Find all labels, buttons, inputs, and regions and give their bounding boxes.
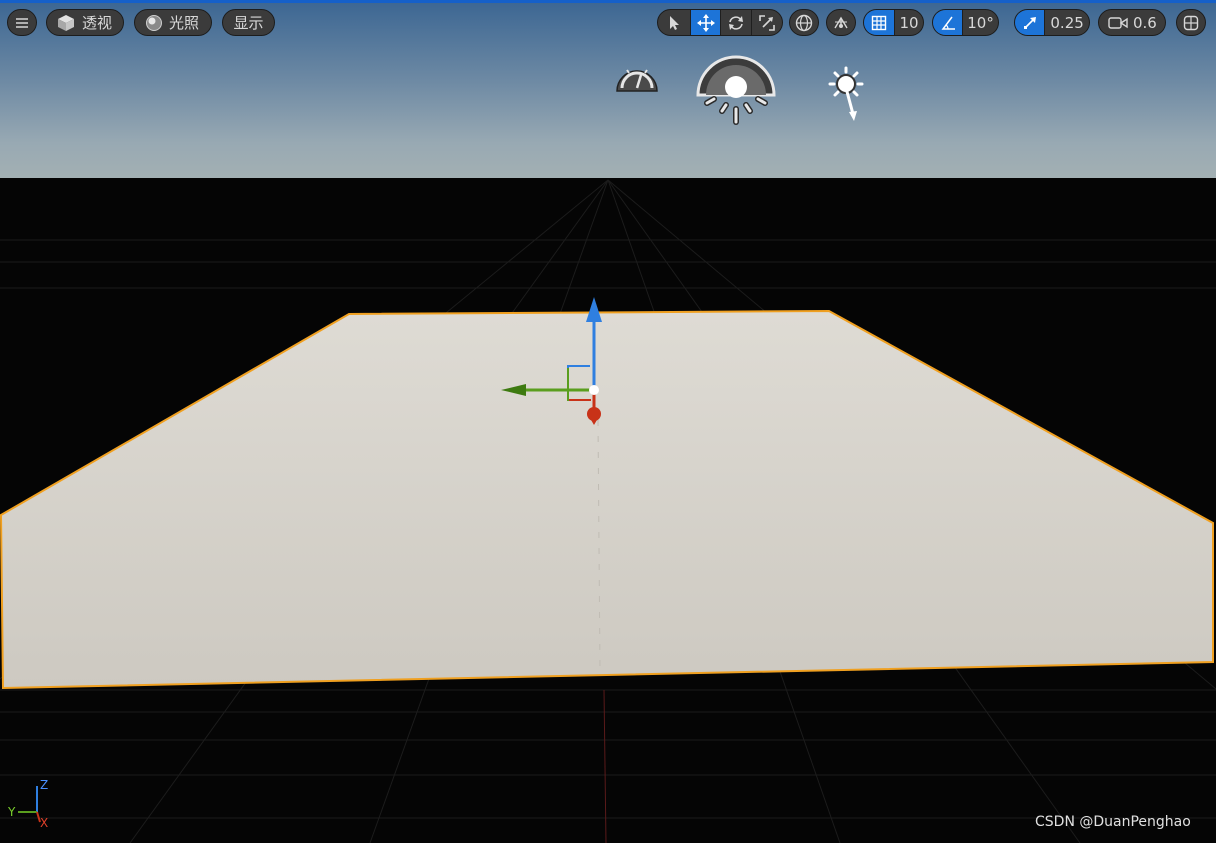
axis-label-x: X [40, 816, 49, 830]
scale-snap-value: 0.25 [1050, 13, 1084, 32]
cursor-arrow-icon [669, 15, 679, 30]
scene-canvas[interactable] [0, 0, 1216, 843]
viewport-menu-button[interactable] [7, 9, 37, 36]
axis-label-y: Y [8, 805, 16, 819]
camera-speed-button[interactable]: 0.6 [1098, 9, 1166, 36]
skylight-icon[interactable] [696, 55, 776, 125]
video-camera-icon [1108, 16, 1128, 29]
scale-snap-value-dropdown[interactable]: 0.25 [1044, 10, 1089, 35]
level-viewport[interactable]: Z Y X 透视 光照 显示 10 10° 0.25 0.6 CSDN @Dua… [0, 0, 1216, 843]
select-tool-button[interactable] [658, 10, 690, 35]
angle-icon [941, 16, 955, 30]
transform-tools-group [657, 9, 783, 36]
grid-snap-value-dropdown[interactable]: 10 [893, 10, 923, 35]
view-mode-button[interactable]: 透视 [46, 9, 124, 36]
surface-snapping-button[interactable] [826, 9, 856, 36]
world-local-toggle-button[interactable] [789, 9, 819, 36]
watermark-text: CSDN @DuanPenghao [1035, 814, 1191, 830]
move-arrows-icon [696, 13, 715, 32]
rotate-tool-button[interactable] [720, 10, 751, 35]
rotation-snap-value-dropdown[interactable]: 10° [962, 10, 998, 35]
surface-snap-icon [834, 16, 848, 28]
grid-snap-control: 10 [863, 9, 924, 36]
grid-icon [871, 15, 887, 30]
axis-indicator [18, 786, 41, 823]
floor-plane[interactable] [0, 309, 1214, 690]
scale-tool-button[interactable] [751, 10, 782, 35]
camera-speed-value: 0.6 [1133, 13, 1157, 32]
sky-atmosphere-icon[interactable] [616, 69, 658, 92]
axis-label-z: Z [40, 778, 49, 792]
globe-icon [795, 14, 813, 31]
scale-snap-toggle[interactable] [1015, 10, 1045, 35]
show-flags-button[interactable]: 显示 [222, 9, 275, 36]
cube-icon [58, 14, 74, 31]
lighting-mode-button[interactable]: 光照 [134, 9, 212, 36]
layout-grid-icon [1183, 15, 1199, 30]
grid-snap-value: 10 [899, 13, 919, 32]
move-tool-button[interactable] [689, 10, 721, 35]
directional-light-icon[interactable] [828, 66, 864, 121]
lit-sphere-icon [146, 14, 162, 31]
viewport-layout-button[interactable] [1176, 9, 1206, 36]
gizmo-center[interactable] [589, 385, 599, 395]
rotation-snap-toggle[interactable] [933, 10, 963, 35]
scale-icon [759, 14, 775, 31]
grid-snap-toggle[interactable] [864, 10, 894, 35]
hamburger-menu-icon [16, 17, 28, 28]
rotation-snap-control: 10° [932, 9, 999, 36]
gizmo-z-arrowhead[interactable] [586, 297, 602, 322]
scale-snap-icon [1023, 16, 1036, 29]
rotate-arrows-icon [729, 15, 744, 30]
view-mode-label: 透视 [82, 14, 113, 32]
show-flags-label: 显示 [233, 14, 264, 32]
rotation-snap-value: 10° [967, 13, 994, 32]
scale-snap-control: 0.25 [1014, 9, 1090, 36]
lighting-mode-label: 光照 [169, 14, 200, 32]
